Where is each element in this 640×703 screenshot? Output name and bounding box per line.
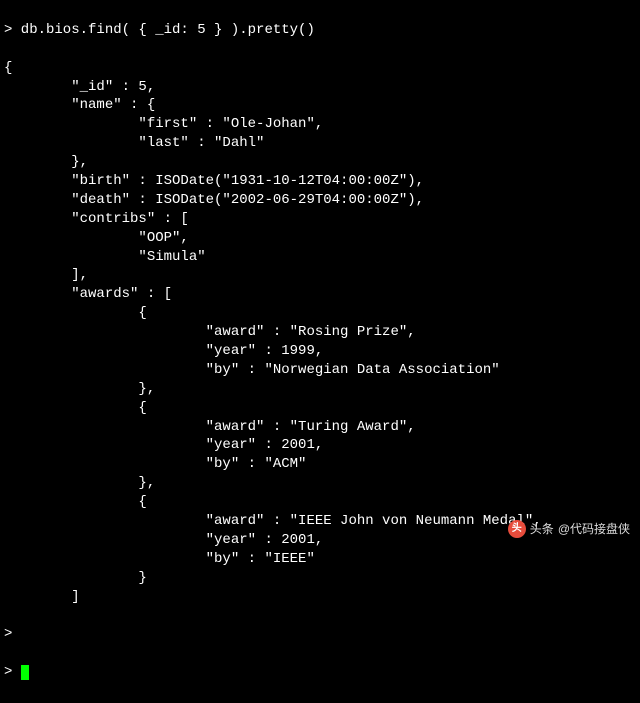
- watermark: 头 头条 @代码接盘侠: [508, 520, 630, 538]
- prompt-symbol: >: [4, 626, 21, 642]
- prompt-symbol: >: [4, 664, 21, 680]
- watermark-logo-icon: 头: [508, 520, 526, 538]
- prompt-line-active[interactable]: >: [4, 663, 636, 682]
- command-line[interactable]: > db.bios.find( { _id: 5 } ).pretty(): [4, 21, 636, 40]
- watermark-prefix: 头条: [530, 521, 554, 537]
- cursor-icon: [21, 665, 29, 680]
- prompt-line[interactable]: >: [4, 625, 636, 644]
- watermark-handle: @代码接盘侠: [558, 521, 630, 537]
- terminal-output: > db.bios.find( { _id: 5 } ).pretty() { …: [0, 0, 640, 703]
